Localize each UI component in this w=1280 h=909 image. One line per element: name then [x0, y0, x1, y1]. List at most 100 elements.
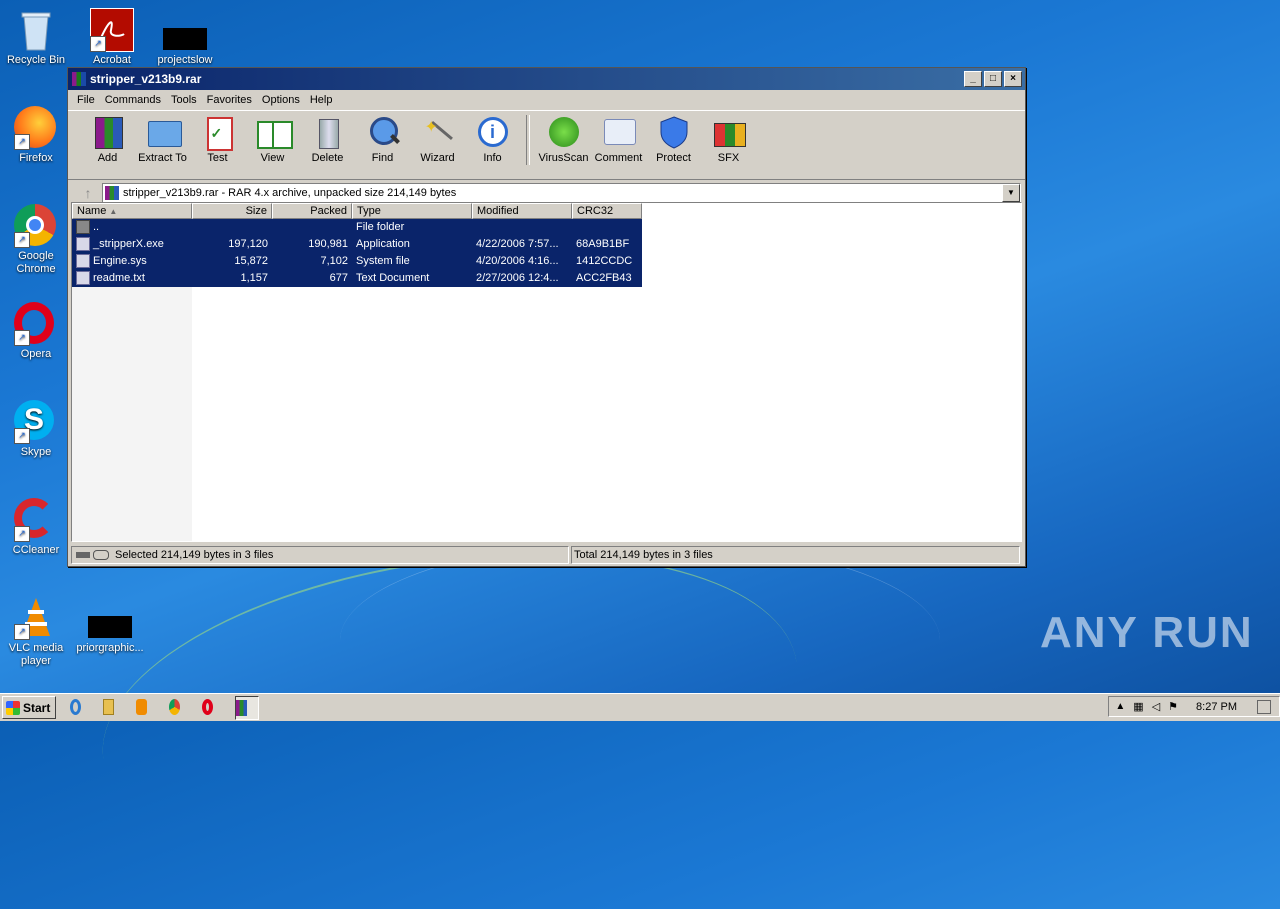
- winrar-icon: [236, 699, 247, 716]
- desktop-icon-recycle-bin[interactable]: Recycle Bin: [1, 8, 71, 67]
- recycle-bin-icon: [14, 8, 58, 52]
- up-arrow-icon[interactable]: ↑: [74, 185, 102, 201]
- maximize-button[interactable]: □: [984, 71, 1002, 87]
- text-file-icon: [76, 271, 90, 286]
- show-desktop-icon[interactable]: [1257, 699, 1271, 714]
- find-button[interactable]: Find: [355, 115, 410, 164]
- table-row[interactable]: .. File folder: [72, 219, 1021, 236]
- column-size[interactable]: Size: [192, 203, 272, 219]
- delete-button[interactable]: Delete: [300, 115, 355, 164]
- desktop-icon-opera[interactable]: ↗ Opera: [1, 302, 71, 361]
- opera-icon: ↗: [14, 302, 58, 346]
- desktop-icon-chrome[interactable]: ↗ Google Chrome: [1, 204, 71, 276]
- archive-icon: [105, 186, 119, 200]
- menu-options[interactable]: Options: [257, 94, 305, 106]
- desktop-icon-acrobat[interactable]: ↗ Acrobat: [77, 8, 147, 67]
- opera-icon[interactable]: [202, 696, 224, 718]
- add-icon: [91, 115, 125, 149]
- book-icon: [256, 115, 293, 149]
- info-button[interactable]: i Info: [465, 115, 520, 164]
- network-icon[interactable]: ▦: [1133, 700, 1143, 713]
- clock[interactable]: 8:27 PM: [1196, 701, 1237, 713]
- file-icon: [163, 8, 207, 52]
- table-row[interactable]: _stripperX.exe 197,120 190,981 Applicati…: [72, 236, 1021, 253]
- desktop-icon-firefox[interactable]: ↗ Firefox: [1, 106, 71, 165]
- desktop-icon-vlc[interactable]: ↗ VLC media player: [1, 596, 71, 668]
- clipboard-check-icon: ✓: [201, 115, 235, 151]
- test-button[interactable]: ✓ Test: [190, 115, 245, 164]
- system-tray: ▲ ▦ ◁ ⚑ 8:27 PM: [1108, 696, 1280, 717]
- sfx-button[interactable]: SFX: [701, 115, 756, 164]
- chevron-up-icon[interactable]: ▲: [1115, 701, 1125, 712]
- virusscan-button[interactable]: VirusScan: [536, 115, 591, 164]
- window-title: stripper_v213b9.rar: [90, 72, 202, 86]
- exe-file-icon: [76, 237, 90, 252]
- winrar-icon: [72, 72, 86, 86]
- desktop-icon-projectslow[interactable]: projectslow: [150, 8, 220, 67]
- skype-icon: S ↗: [14, 400, 58, 444]
- title-bar[interactable]: stripper_v213b9.rar _ □ ×: [68, 68, 1025, 90]
- volume-icon[interactable]: ◁: [1152, 700, 1160, 713]
- path-text: stripper_v213b9.rar - RAR 4.x archive, u…: [123, 187, 457, 199]
- toolbar: Add Extract To ✓ Test View Delete Find ✦…: [68, 110, 1025, 180]
- media-player-icon[interactable]: [136, 696, 158, 718]
- column-type[interactable]: Type: [352, 203, 472, 219]
- status-total: Total 214,149 bytes in 3 files: [574, 549, 713, 561]
- flag-icon[interactable]: ⚑: [1168, 700, 1178, 713]
- file-list[interactable]: Name ▲ Size Packed Type Modified CRC32 .…: [71, 202, 1022, 542]
- firefox-icon: ↗: [14, 106, 58, 150]
- info-icon: i: [476, 115, 510, 149]
- desktop-icon-ccleaner[interactable]: ↗ CCleaner: [1, 498, 71, 557]
- acrobat-icon: ↗: [90, 8, 134, 52]
- minimize-button[interactable]: _: [964, 71, 982, 87]
- quick-launch: [70, 695, 270, 720]
- vlc-icon: ↗: [14, 596, 58, 640]
- menu-commands[interactable]: Commands: [100, 94, 166, 106]
- column-packed[interactable]: Packed: [272, 203, 352, 219]
- chevron-down-icon[interactable]: ▼: [1002, 184, 1020, 202]
- menu-file[interactable]: File: [72, 94, 100, 106]
- winrar-window[interactable]: stripper_v213b9.rar _ □ × File Commands …: [67, 67, 1026, 567]
- toolbar-separator: [526, 115, 530, 165]
- extract-to-button[interactable]: Extract To: [135, 115, 190, 164]
- taskbar-winrar[interactable]: [235, 695, 259, 720]
- menu-help[interactable]: Help: [305, 94, 338, 106]
- status-selected: Selected 214,149 bytes in 3 files: [115, 549, 274, 561]
- magnifier-icon: [366, 115, 400, 149]
- status-bar: Selected 214,149 bytes in 3 files Total …: [71, 546, 1020, 564]
- view-button[interactable]: View: [245, 115, 300, 164]
- table-row[interactable]: readme.txt 1,157 677 Text Document 2/27/…: [72, 270, 1021, 287]
- explorer-icon[interactable]: [103, 696, 125, 718]
- menu-tools[interactable]: Tools: [166, 94, 202, 106]
- taskbar: Start ▲ ▦ ◁ ⚑ 8:27 PM: [0, 693, 1280, 721]
- chrome-icon[interactable]: [169, 696, 191, 718]
- ie-icon[interactable]: [70, 696, 92, 718]
- menu-favorites[interactable]: Favorites: [202, 94, 257, 106]
- table-row[interactable]: Engine.sys 15,872 7,102 System file 4/20…: [72, 253, 1021, 270]
- drive-icon: [76, 552, 90, 558]
- chrome-icon: ↗: [14, 204, 58, 248]
- windows-logo-icon: [6, 700, 20, 715]
- desktop-icon-skype[interactable]: S ↗ Skype: [1, 400, 71, 459]
- sfx-icon: [712, 115, 746, 149]
- protect-button[interactable]: Protect: [646, 115, 701, 164]
- add-button[interactable]: Add: [80, 115, 135, 164]
- file-icon: [88, 596, 132, 640]
- watermark: ANY RUN: [1040, 608, 1254, 657]
- column-modified[interactable]: Modified: [472, 203, 572, 219]
- path-combobox[interactable]: stripper_v213b9.rar - RAR 4.x archive, u…: [102, 183, 1021, 203]
- close-button[interactable]: ×: [1004, 71, 1022, 87]
- shield-icon: [657, 115, 691, 149]
- bug-icon: [547, 115, 581, 149]
- comment-icon: [602, 115, 636, 149]
- column-crc32[interactable]: CRC32: [572, 203, 642, 219]
- desktop-icon-priorgraphic[interactable]: priorgraphic...: [75, 596, 145, 655]
- list-header: Name ▲ Size Packed Type Modified CRC32: [72, 203, 1021, 219]
- comment-button[interactable]: Comment: [591, 115, 646, 164]
- wizard-button[interactable]: ✦ Wizard: [410, 115, 465, 164]
- folder-up-icon: [76, 220, 90, 235]
- key-icon: [93, 550, 109, 560]
- start-button[interactable]: Start: [2, 696, 56, 719]
- trash-icon: [311, 115, 345, 149]
- column-name[interactable]: Name ▲: [72, 203, 192, 219]
